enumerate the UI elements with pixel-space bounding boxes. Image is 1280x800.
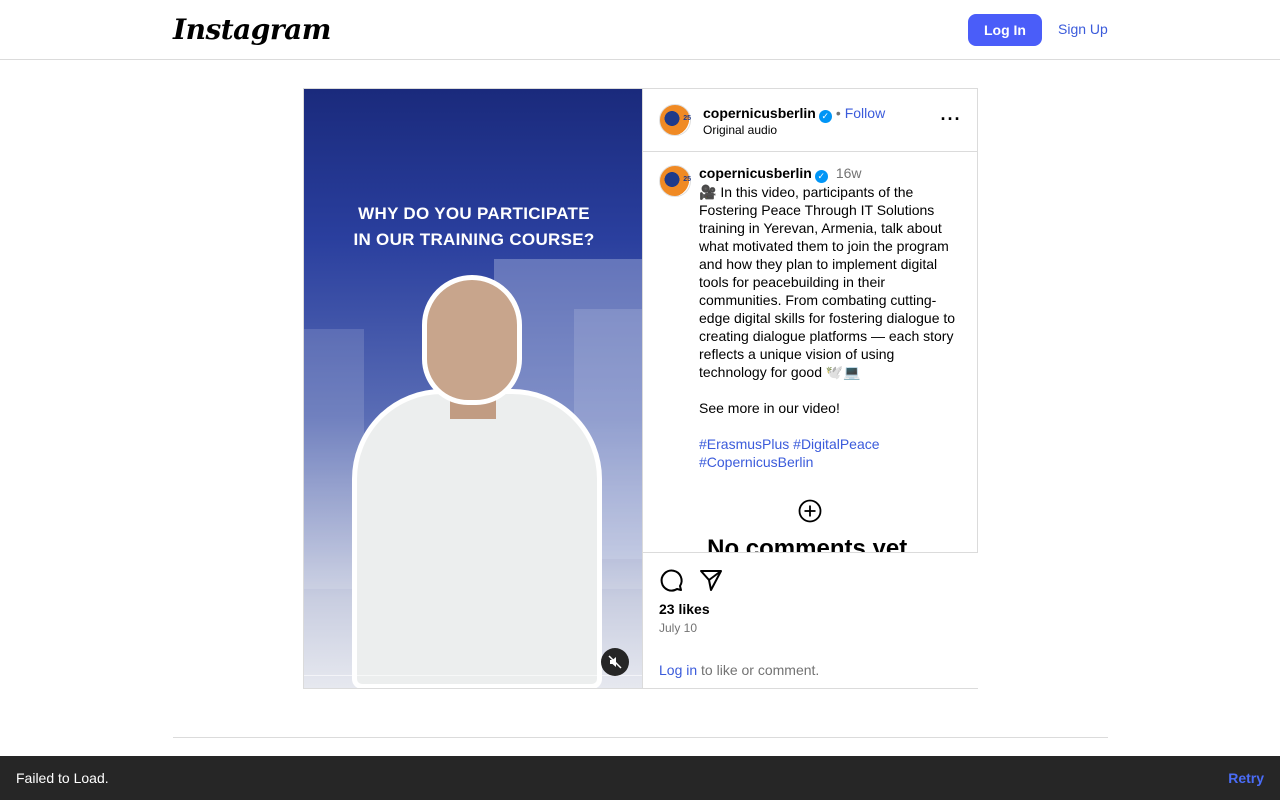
avatar-badge-text: 25	[683, 115, 691, 122]
post-caption: 🎥 In this video, participants of the Fos…	[699, 183, 961, 471]
log-in-link[interactable]: Log in	[659, 662, 697, 678]
caption-text: 🎥 In this video, participants of the Fos…	[699, 184, 956, 416]
hashtag-link[interactable]: #ErasmusPlus	[699, 436, 789, 452]
likes-count[interactable]: 23 likes	[659, 601, 710, 617]
video-overlay-text: WHY DO YOU PARTICIPATE IN OUR TRAINING C…	[324, 201, 624, 253]
author-line: copernicusberlin ✓ • Follow	[703, 105, 885, 123]
author-avatar[interactable]: 25	[659, 104, 691, 136]
sign-up-link[interactable]: Sign Up	[1058, 21, 1108, 37]
post-details-panel: 25 copernicusberlin ✓ • Follow Original aud…	[642, 89, 978, 688]
footer-divider	[173, 737, 1108, 738]
caption-verified-badge-icon: ✓	[814, 170, 828, 183]
share-icon[interactable]	[698, 567, 724, 593]
add-comment-icon	[798, 499, 822, 523]
post-age[interactable]: 16w	[836, 165, 862, 181]
login-prompt: Log in to like or comment.	[659, 662, 819, 678]
video-overlay-line-2: IN OUR TRAINING COURSE?	[353, 230, 595, 249]
instagram-logo[interactable]: Instagram	[173, 13, 331, 46]
muted-speaker-icon	[608, 655, 622, 669]
post-date[interactable]: July 10	[659, 621, 697, 635]
login-prompt-text: to like or comment.	[697, 662, 820, 678]
log-in-button[interactable]: Log In	[968, 14, 1042, 46]
caption-avatar-badge-text: 25	[683, 176, 691, 183]
separator-dot: •	[835, 105, 841, 121]
hashtag-link[interactable]: #CopernicusBerlin	[699, 454, 813, 470]
post-actions: 23 likes July 10 Log in to like or comme…	[643, 552, 978, 688]
post-header: 25 copernicusberlin ✓ • Follow Original aud…	[643, 89, 978, 152]
follow-button[interactable]: Follow	[845, 105, 885, 121]
error-toast: Failed to Load. Retry	[0, 756, 1280, 800]
mute-toggle-button[interactable]	[601, 648, 629, 676]
caption-author-avatar[interactable]: 25	[659, 165, 691, 197]
comments-section: 25 copernicusberlin ✓ 16w 🎥 In this video,…	[643, 153, 978, 553]
caption-header: copernicusberlin ✓ 16w	[699, 165, 862, 183]
hashtag-link[interactable]: #DigitalPeace	[793, 436, 879, 452]
post-card: WHY DO YOU PARTICIPATE IN OUR TRAINING C…	[303, 88, 978, 689]
audio-label[interactable]: Original audio	[703, 123, 777, 137]
person-head	[422, 275, 522, 405]
video-overlay-line-1: WHY DO YOU PARTICIPATE	[358, 204, 590, 223]
video-progress-bar[interactable]	[304, 675, 642, 676]
top-navigation-bar: Instagram Log In Sign Up	[0, 0, 1280, 60]
reel-video[interactable]: WHY DO YOU PARTICIPATE IN OUR TRAINING C…	[304, 89, 642, 688]
more-options-icon[interactable]: ···	[939, 107, 963, 131]
caption-username[interactable]: copernicusberlin	[699, 165, 812, 181]
toast-message: Failed to Load.	[16, 770, 109, 786]
comment-icon[interactable]	[658, 567, 684, 593]
no-comments-heading: No comments yet.	[707, 535, 914, 553]
author-username[interactable]: copernicusberlin	[703, 105, 816, 121]
retry-button[interactable]: Retry	[1228, 770, 1264, 786]
person-shirt	[352, 389, 602, 688]
verified-badge-icon: ✓	[818, 110, 832, 123]
